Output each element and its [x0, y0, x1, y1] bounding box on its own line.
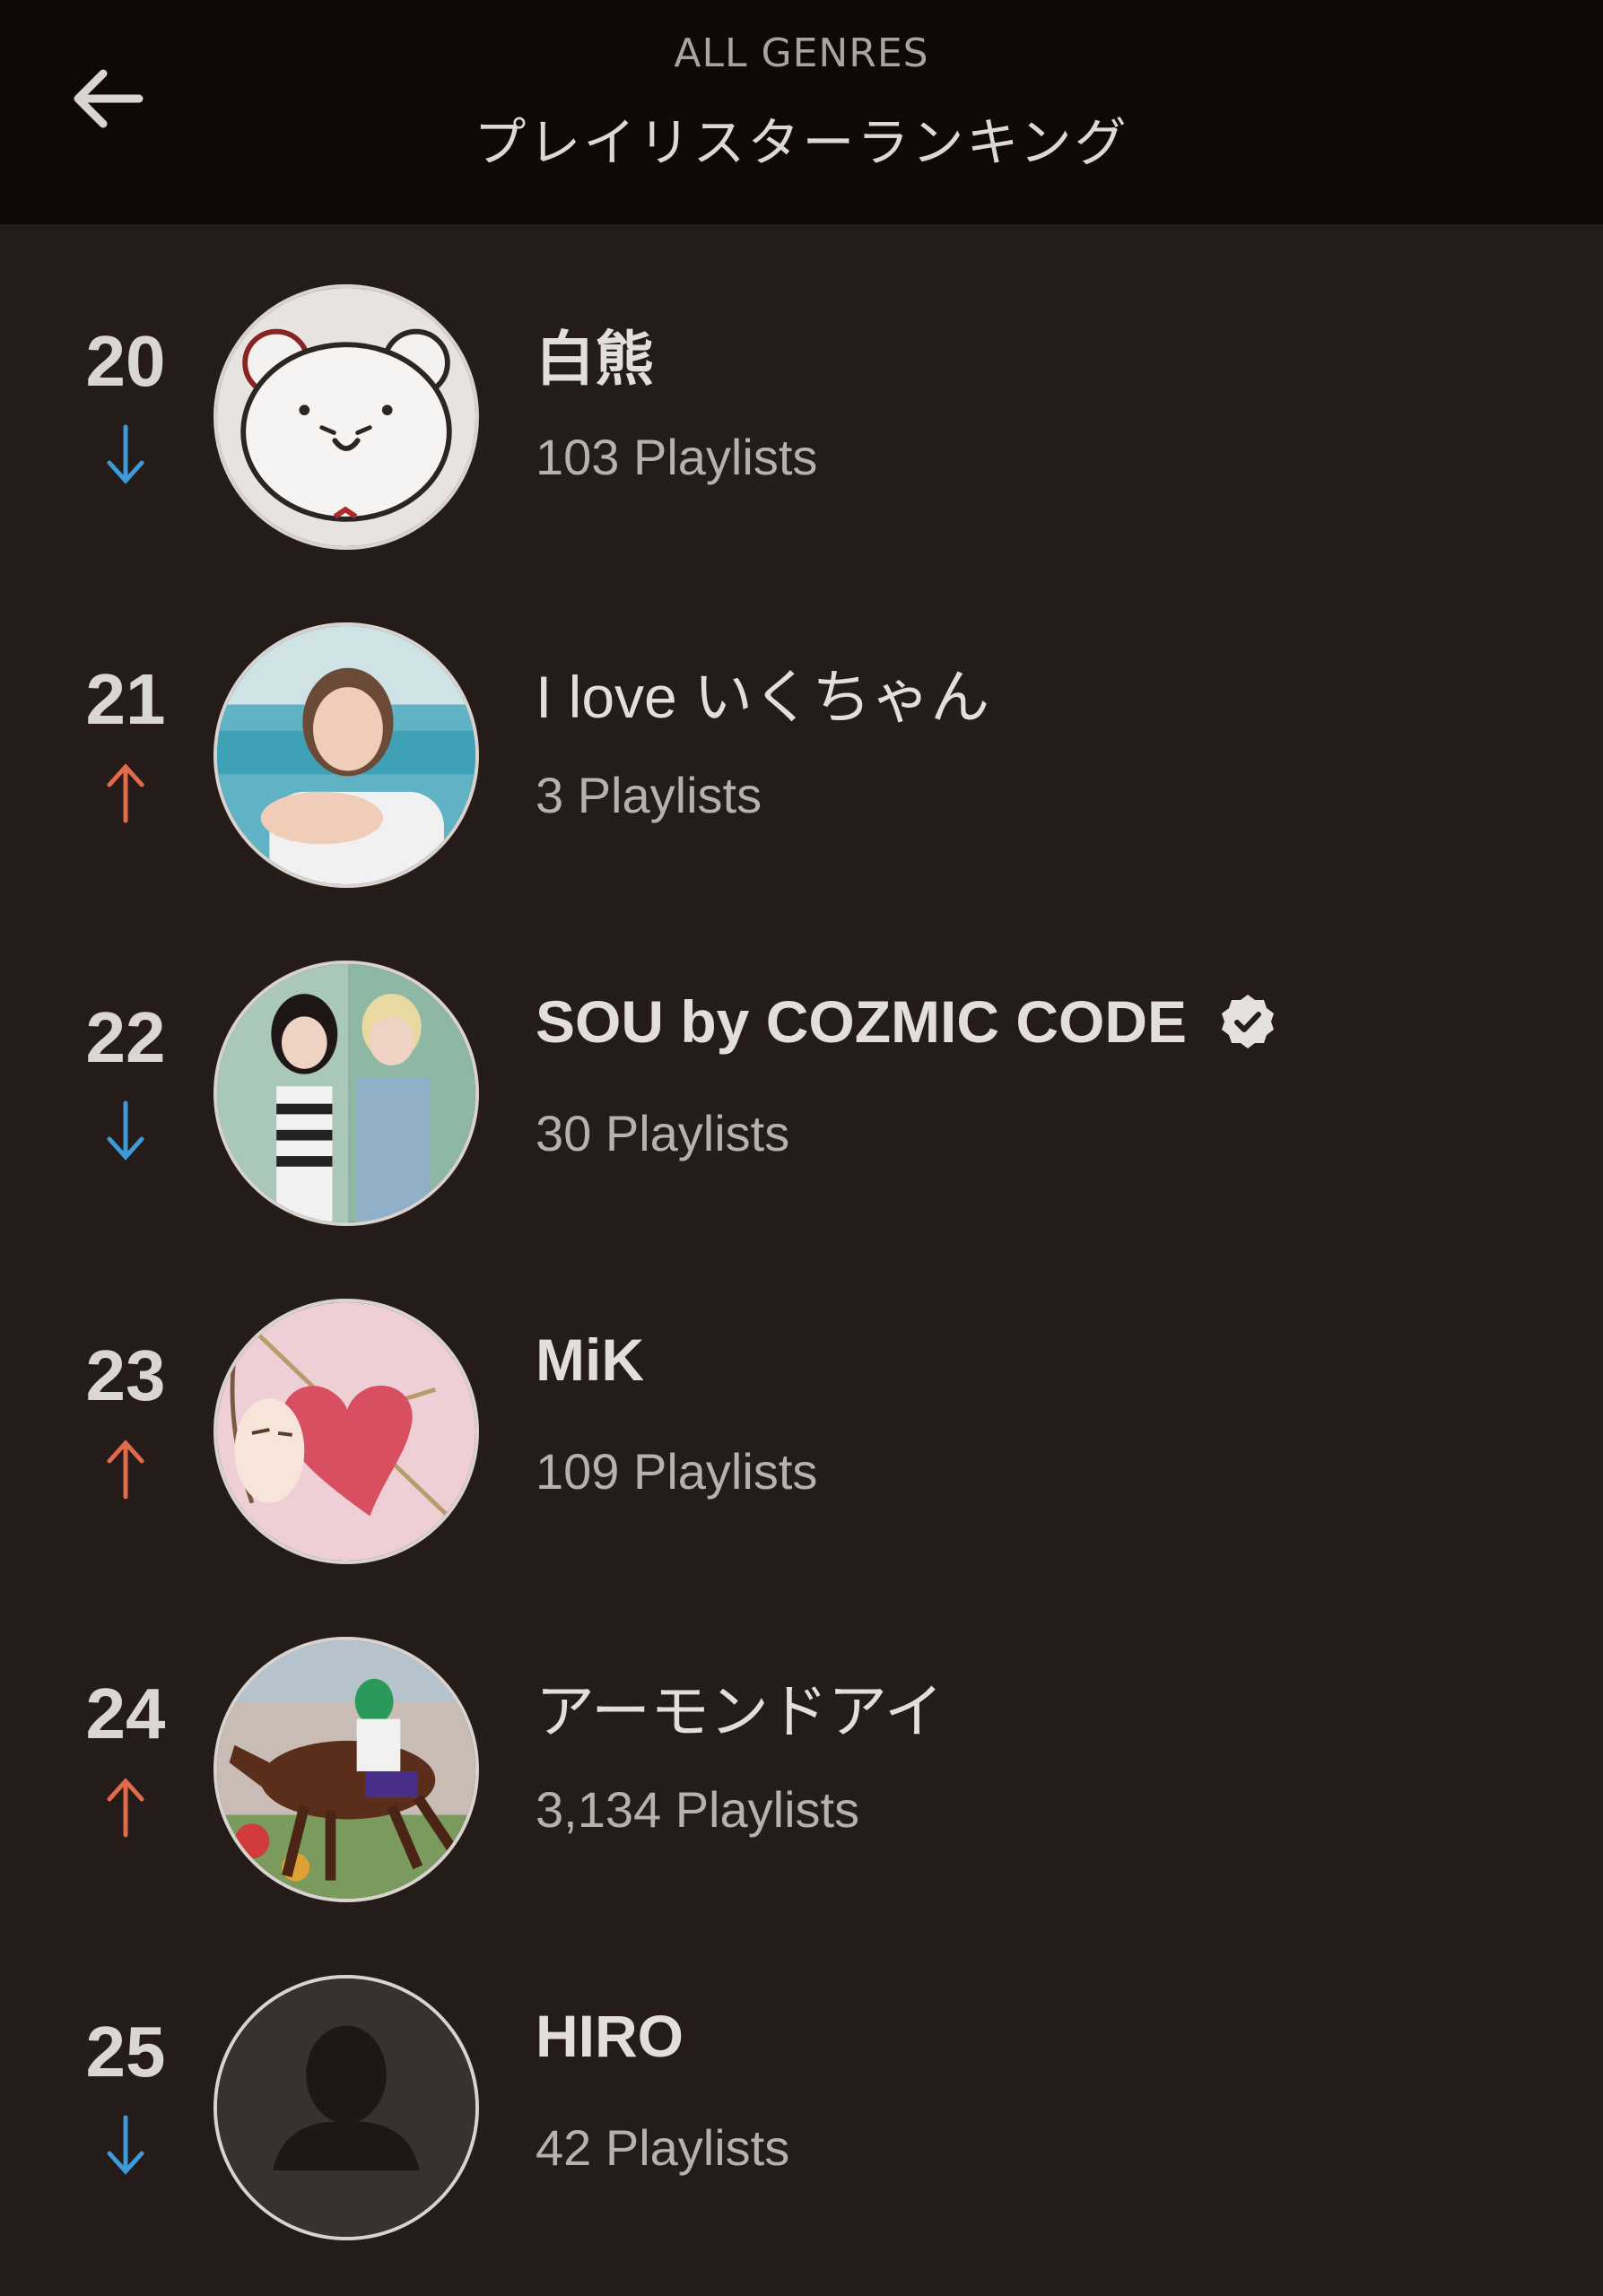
arrow-down-icon: [107, 2115, 144, 2175]
arrow-up-icon: [107, 1439, 144, 1500]
ranking-row[interactable]: 24 アーモンドアイ 3,134 Playlists: [0, 1619, 1603, 1957]
playlister-name: HIRO: [536, 2003, 684, 2069]
rank-number: 22: [85, 997, 166, 1077]
ranking-row[interactable]: 20 白熊 103 Playlists: [0, 266, 1603, 604]
arrow-up-icon: [107, 1778, 144, 1838]
top-app-bar: ALL GENRES プレイリスターランキング: [0, 0, 1603, 224]
playlist-count: 103 Playlists: [536, 429, 818, 485]
playlister-name: I love いくちゃん: [536, 664, 990, 730]
arrow-down-icon: [107, 424, 144, 484]
playlist-count: 42 Playlists: [536, 2119, 790, 2176]
ranking-row[interactable]: 23 MiK 109 Playlists: [0, 1281, 1603, 1619]
rank-number: 23: [85, 1335, 166, 1415]
ranking-row[interactable]: 21 I love いくちゃん 3 Playlists: [0, 604, 1603, 943]
playlister-name: アーモンドアイ: [536, 1678, 944, 1744]
rank-number: 20: [85, 321, 166, 401]
page-title: プレイリスターランキング: [474, 112, 1129, 173]
ranking-row[interactable]: 22 SOU by COZMIC CODE 30 Playlists: [0, 943, 1603, 1281]
rank-number: 25: [85, 2012, 166, 2092]
playlister-name: MiK: [536, 1326, 644, 1393]
playlister-name: 白熊: [536, 326, 654, 392]
photo-avatar-icon[interactable]: [213, 622, 479, 888]
horse-racing-avatar-icon[interactable]: [213, 1637, 479, 1902]
arrow-up-icon: [107, 763, 144, 823]
playlister-name: SOU by COZMIC CODE: [536, 987, 1276, 1056]
bear-avatar-icon[interactable]: [213, 284, 479, 550]
default-user-avatar-icon[interactable]: [213, 1975, 479, 2240]
verified-badge-icon: [1222, 995, 1275, 1048]
playlist-count: 30 Playlists: [536, 1105, 790, 1161]
photo-avatar-icon[interactable]: [213, 961, 479, 1226]
rank-number: 21: [85, 659, 166, 739]
playlist-count: 3,134 Playlists: [536, 1781, 860, 1838]
playlist-count: 3 Playlists: [536, 767, 762, 823]
rank-number: 24: [85, 1674, 166, 1753]
genre-label: ALL GENRES: [674, 30, 929, 76]
playlist-count: 109 Playlists: [536, 1443, 818, 1500]
heart-illustration-avatar-icon[interactable]: [213, 1299, 479, 1564]
ranking-row[interactable]: 25 HIRO 42 Playlists: [0, 1957, 1603, 2295]
arrow-down-icon: [107, 1100, 144, 1161]
